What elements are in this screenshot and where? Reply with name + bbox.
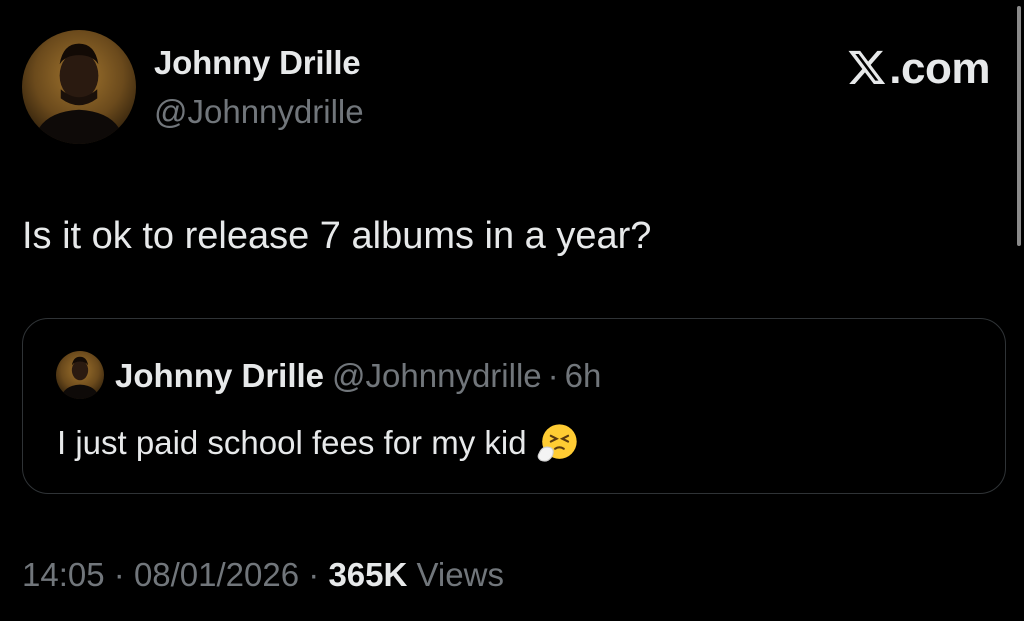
author-handle[interactable]: @Johnnydrille	[154, 93, 364, 131]
tweet-meta: 14:05 · 08/01/2026 · 365K Views	[22, 556, 504, 594]
tweet-time: 14:05	[22, 556, 105, 593]
author-avatar[interactable]	[22, 30, 136, 144]
brand-domain-label: .com	[889, 44, 990, 93]
x-logo-icon	[848, 50, 886, 84]
meta-separator: ·	[308, 556, 320, 593]
sneezing-face-emoji-icon	[537, 424, 577, 462]
avatar-photo-icon	[22, 30, 136, 144]
quote-separator: ·	[547, 357, 559, 394]
quote-author-name: Johnny Drille	[115, 357, 325, 394]
quote-time: 6h	[564, 357, 602, 394]
quote-author-handle: @Johnnydrille	[332, 357, 542, 394]
quote-text-line: I just paid school fees for my kid	[57, 420, 581, 466]
quote-text: I just paid school fees for my kid	[57, 424, 527, 461]
scrollbar[interactable]	[1017, 6, 1021, 246]
tweet-date: 08/01/2026	[133, 556, 300, 593]
author-display-name[interactable]: Johnny Drille	[154, 44, 361, 82]
tweet-text: Is it ok to release 7 albums in a year?	[22, 215, 652, 257]
quote-header: Johnny Drille @Johnnydrille · 6h	[115, 357, 601, 395]
meta-separator: ·	[113, 556, 125, 593]
avatar-photo-icon	[56, 351, 104, 399]
quote-author-avatar	[56, 351, 104, 399]
x-com-brand: .com	[847, 44, 990, 94]
views-label: Views	[416, 556, 504, 593]
views-count[interactable]: 365K	[328, 556, 407, 593]
quoted-tweet-card[interactable]: Johnny Drille @Johnnydrille · 6h I just pai…	[22, 318, 1006, 494]
